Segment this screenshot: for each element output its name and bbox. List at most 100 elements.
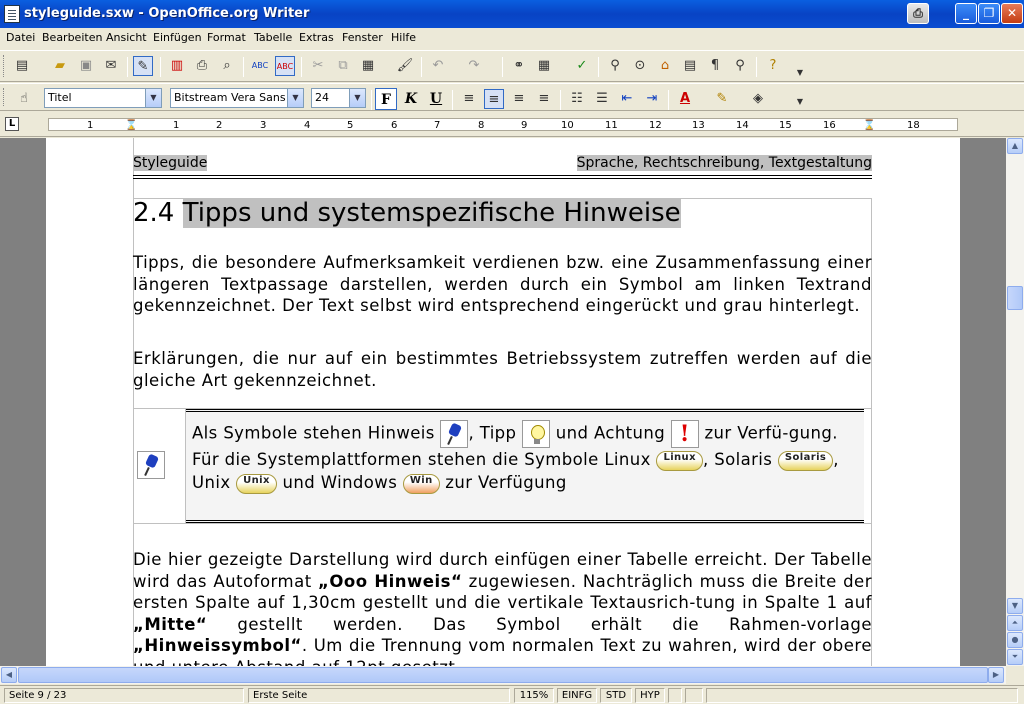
zoom-indicator[interactable]: 115% — [514, 688, 554, 703]
ruler-track[interactable]: 1 ⌛ 1 2 3 4 5 6 7 8 9 10 11 12 13 14 15 … — [48, 118, 958, 131]
toolbar-options-chevron-icon[interactable]: ▼ — [790, 63, 810, 83]
chevron-down-icon[interactable]: ▼ — [145, 89, 161, 107]
page-header[interactable]: Styleguide Sprache, Rechtschreibung, Tex… — [133, 154, 872, 176]
menu-hilfe[interactable]: Hilfe — [391, 31, 416, 44]
vertical-scroll-thumb[interactable] — [1007, 286, 1023, 310]
styles-formatting-icon[interactable]: ☝ — [14, 89, 34, 109]
toolbar-grip[interactable] — [3, 55, 6, 77]
paragraph-style-combo[interactable]: Titel ▼ — [44, 88, 162, 108]
menu-fenster[interactable]: Fenster — [342, 31, 383, 44]
scroll-down-icon[interactable]: ▼ — [1007, 598, 1023, 614]
minimize-button[interactable]: _ — [955, 3, 977, 24]
highlighting-icon[interactable]: ✎ — [712, 89, 732, 109]
page-style-indicator[interactable]: Erste Seite — [248, 688, 510, 703]
menu-extras[interactable]: Extras — [299, 31, 334, 44]
document-area[interactable]: Styleguide Sprache, Rechtschreibung, Tex… — [0, 138, 1006, 666]
note-table[interactable]: Als Symbole stehen Hinweis , Tipp und Ac… — [133, 408, 872, 524]
hyperlink-icon[interactable]: ⚭ — [509, 56, 529, 76]
document-page[interactable]: Styleguide Sprache, Rechtschreibung, Tex… — [46, 138, 960, 666]
navigation-icon[interactable]: ● — [1007, 632, 1023, 648]
increase-indent-icon[interactable]: ⇥ — [642, 89, 662, 109]
open-folder-icon[interactable]: ▰ — [50, 56, 70, 76]
next-page-icon[interactable]: ⏷ — [1007, 649, 1023, 665]
align-right-icon[interactable]: ≡ — [509, 89, 529, 109]
previous-page-icon[interactable]: ⏶ — [1007, 615, 1023, 631]
edit-mode-icon[interactable]: ✎ — [133, 56, 153, 76]
note-symbol-cell[interactable] — [133, 409, 186, 523]
vertical-scrollbar[interactable]: ▲ ▼ ⏶ ● ⏷ — [1006, 138, 1024, 666]
help-icon[interactable]: ? — [763, 56, 783, 76]
bold-button[interactable]: F — [375, 88, 397, 110]
font-name-combo[interactable]: Bitstream Vera Sans ▼ — [170, 88, 304, 108]
windows-badge-icon: Win — [402, 473, 440, 494]
show-draw-functions-icon[interactable]: ✓ — [572, 56, 592, 76]
hyperlink-mode-indicator[interactable]: HYP — [635, 688, 665, 703]
auto-spellcheck-icon[interactable]: ABC — [275, 56, 295, 76]
toolbar-options-chevron-icon[interactable]: ▼ — [790, 92, 810, 112]
font-color-icon[interactable]: A — [675, 89, 695, 109]
copy-icon[interactable]: ⧉ — [333, 56, 353, 76]
undo-icon[interactable]: ↶ — [428, 56, 448, 76]
table-icon[interactable]: ▦ — [534, 56, 554, 76]
toolbar-grip[interactable] — [3, 88, 6, 106]
menu-format[interactable]: Format — [207, 31, 246, 44]
scroll-left-icon[interactable]: ◀ — [1, 667, 17, 683]
cut-icon[interactable]: ✂ — [308, 56, 328, 76]
nonprinting-characters-icon[interactable]: ¶ — [705, 56, 725, 76]
scroll-right-icon[interactable]: ▶ — [988, 667, 1004, 683]
restore-button[interactable]: ❐ — [978, 3, 1000, 24]
menu-datei[interactable]: Datei — [6, 31, 35, 44]
body-paragraph-1[interactable]: Tipps, die besondere Aufmerksamkeit verd… — [133, 252, 872, 317]
solaris-badge-icon: Solaris — [777, 450, 834, 471]
formatting-toolbar: ☝ Titel ▼ Bitstream Vera Sans ▼ 24 ▼ F K… — [0, 83, 1024, 111]
page-indicator[interactable]: Seite 9 / 23 — [4, 688, 244, 703]
horizontal-scrollbar[interactable]: ◀ ▶ — [0, 666, 1006, 684]
align-center-icon[interactable]: ≡ — [484, 89, 504, 109]
print-icon[interactable]: ⎙ — [192, 56, 212, 76]
indent-marker-icon[interactable]: ⌛ — [125, 119, 137, 132]
horizontal-ruler[interactable]: L 1 ⌛ 1 2 3 4 5 6 7 8 9 10 11 12 13 14 1… — [0, 113, 1024, 137]
background-color-icon[interactable]: ◈ — [748, 89, 768, 109]
menu-tabelle[interactable]: Tabelle — [254, 31, 292, 44]
decrease-indent-icon[interactable]: ⇤ — [617, 89, 637, 109]
horizontal-scroll-thumb[interactable] — [18, 667, 988, 683]
align-left-icon[interactable]: ≡ — [459, 89, 479, 109]
underline-button[interactable]: U — [425, 88, 447, 110]
section-heading[interactable]: 2.4 Tipps und systemspezifische Hinweise — [133, 198, 681, 228]
page-preview-icon[interactable]: ⌕ — [217, 56, 237, 76]
font-size-combo[interactable]: 24 ▼ — [311, 88, 366, 108]
new-document-icon[interactable]: ▤ — [12, 56, 32, 76]
menu-bearbeiten[interactable]: Bearbeiten — [42, 31, 102, 44]
status-bar: Seite 9 / 23 Erste Seite 115% EINFG STD … — [0, 685, 1024, 704]
format-paintbrush-icon[interactable]: 🖌 — [395, 56, 415, 76]
print-icon[interactable]: ⎙ — [907, 3, 929, 24]
scroll-up-icon[interactable]: ▲ — [1007, 138, 1023, 154]
save-icon[interactable]: ▣ — [76, 56, 96, 76]
close-button[interactable]: ✕ — [1001, 3, 1023, 24]
note-content-cell[interactable]: Als Symbole stehen Hinweis , Tipp und Ac… — [186, 409, 864, 523]
gallery-icon[interactable]: ⌂ — [655, 56, 675, 76]
right-indent-marker-icon[interactable]: ⌛ — [863, 119, 875, 132]
email-icon[interactable]: ✉ — [101, 56, 121, 76]
chevron-down-icon[interactable]: ▼ — [287, 89, 303, 107]
zoom-icon[interactable]: ⚲ — [730, 56, 750, 76]
find-replace-icon[interactable]: ⚲ — [605, 56, 625, 76]
tab-type-selector[interactable]: L — [5, 117, 19, 131]
paste-icon[interactable]: ▦ — [358, 56, 378, 76]
export-pdf-icon[interactable]: ▥ — [167, 56, 187, 76]
italic-button[interactable]: K — [400, 88, 422, 110]
data-sources-icon[interactable]: ▤ — [680, 56, 700, 76]
navigator-icon[interactable]: ⊙ — [630, 56, 650, 76]
insert-mode-indicator[interactable]: EINFG — [557, 688, 597, 703]
menu-einfuegen[interactable]: Einfügen — [153, 31, 202, 44]
spellcheck-icon[interactable]: ABC — [250, 56, 270, 76]
body-paragraph-3[interactable]: Die hier gezeigte Darstellung wird durch… — [133, 549, 872, 666]
body-paragraph-2[interactable]: Erklärungen, die nur auf ein bestimmtes … — [133, 348, 872, 391]
redo-icon[interactable]: ↷ — [464, 56, 484, 76]
bullets-icon[interactable]: ☰ — [592, 89, 612, 109]
menu-ansicht[interactable]: Ansicht — [106, 31, 147, 44]
chevron-down-icon[interactable]: ▼ — [349, 89, 365, 107]
numbering-icon[interactable]: ☷ — [567, 89, 587, 109]
justify-icon[interactable]: ≡ — [534, 89, 554, 109]
selection-mode-indicator[interactable]: STD — [600, 688, 632, 703]
